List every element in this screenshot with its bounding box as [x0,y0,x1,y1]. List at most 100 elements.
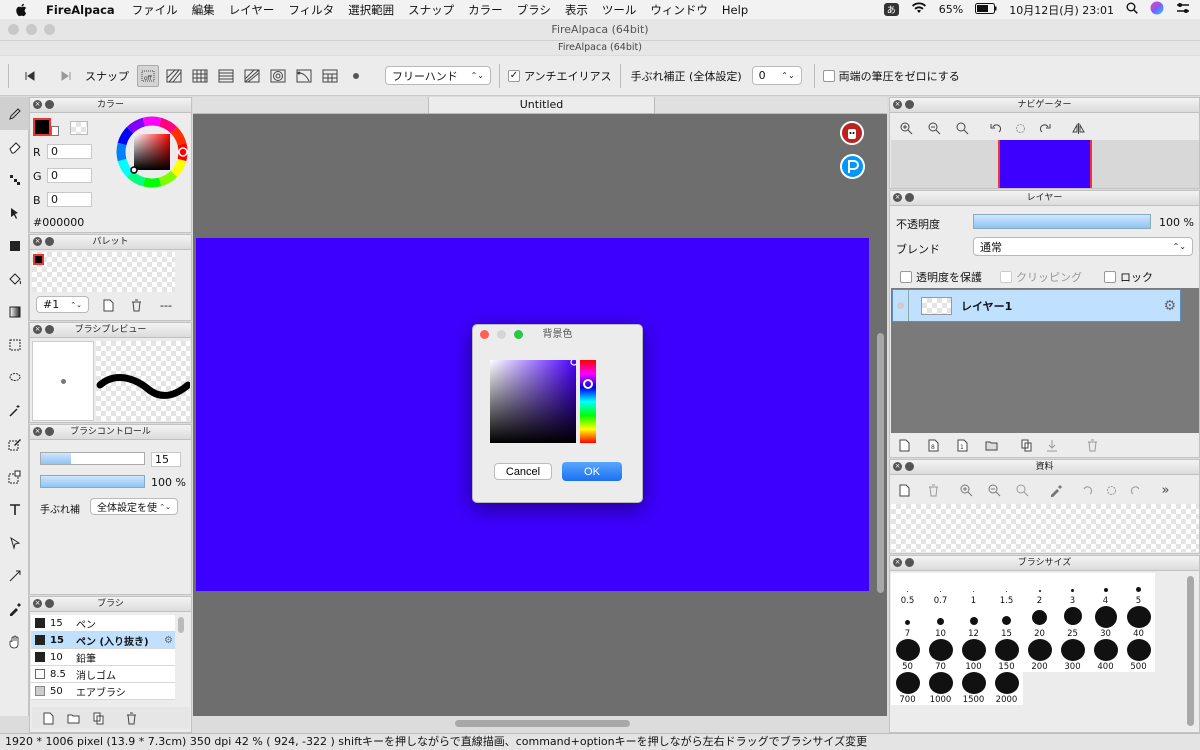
new-8bit-layer-icon[interactable]: 8 [921,434,946,456]
snap-3d-icon[interactable] [319,65,341,87]
clipping-checkbox[interactable] [1000,271,1012,283]
cancel-button[interactable]: Cancel [494,463,552,480]
menu-layer[interactable]: レイヤー [229,2,275,18]
brush-size-option[interactable]: 25 [1056,606,1089,639]
brush-item[interactable]: 8.5 消しゴム [31,666,175,683]
zoom-out-icon[interactable] [922,117,947,139]
navigator-preview[interactable] [998,140,1092,188]
menu-color[interactable]: カラー [468,2,503,18]
zoom-window-icon[interactable] [44,24,55,35]
dialog-close-icon[interactable] [480,330,489,339]
transparent-color-swatch[interactable] [70,121,88,135]
panel-collapse-icon[interactable] [905,193,914,202]
clock[interactable]: 10月12日(月) 23:01 [1009,2,1114,18]
operation-tool-icon[interactable] [0,526,29,559]
zoom-in-icon[interactable] [894,117,919,139]
ok-button[interactable]: OK [562,462,622,481]
zoom-fit-icon[interactable] [950,117,975,139]
brush-size-option[interactable]: 1 [957,573,990,606]
material-zoom-fit-icon[interactable] [1010,479,1035,501]
rotate-left-icon[interactable] [983,117,1008,139]
brush-size-value[interactable]: 15 [151,452,181,467]
merge-down-icon[interactable] [1039,434,1064,456]
brush-size-option[interactable]: 300 [1056,639,1089,672]
antialias-checkbox[interactable]: ✓ [508,69,520,82]
snap-perspective-icon[interactable] [215,65,237,87]
brush-size-option[interactable]: 30 [1089,606,1122,639]
layer-name[interactable]: レイヤー1 [961,298,1012,314]
layer-gear-icon[interactable]: ⚙ [1163,298,1176,314]
panel-collapse-icon[interactable] [45,100,54,109]
foreground-color-swatch[interactable] [33,118,51,136]
palette-swatches[interactable] [32,252,175,292]
layer-visibility-icon[interactable] [893,290,909,321]
material-rotate-right-icon[interactable] [1124,479,1149,501]
hue-handle[interactable] [583,379,593,389]
flip-horizontal-icon[interactable] [1066,117,1091,139]
brush-mode-select[interactable]: フリーハンド ⌃⌄ [385,66,491,85]
brush-size-slider[interactable] [40,452,145,465]
panel-collapse-icon[interactable] [45,237,54,246]
eraser-tool-icon[interactable] [0,130,29,163]
menu-help[interactable]: Help [722,3,748,17]
panel-close-icon[interactable]: × [33,325,42,334]
panel-close-icon[interactable]: × [33,237,42,246]
panel-close-icon[interactable]: × [893,193,902,202]
panel-collapse-icon[interactable] [45,427,54,436]
rotate-right-icon[interactable] [1033,117,1058,139]
horizontal-scrollbar[interactable] [455,720,630,727]
brush-opacity-slider[interactable] [40,475,145,488]
brush-size-option[interactable]: 700 [891,672,924,705]
menu-app-name[interactable]: FireAlpaca [46,3,115,17]
new-folder-icon[interactable] [979,434,1004,456]
spotlight-search-icon[interactable] [1126,2,1138,17]
material-eyedropper-icon[interactable] [1043,479,1068,501]
brush-size-option[interactable]: 10 [924,606,957,639]
battery-icon[interactable] [975,2,997,17]
minimize-window-icon[interactable] [26,24,37,35]
brush-size-option[interactable]: 7 [891,606,924,639]
wifi-icon[interactable] [911,2,927,17]
brush-folder-icon[interactable] [61,707,86,729]
redo-button[interactable] [55,65,77,87]
magic-wand-tool-icon[interactable] [0,394,29,427]
menu-brush[interactable]: ブラシ [517,2,551,18]
fill-tool-icon[interactable] [0,229,29,262]
brush-stabilizer-select[interactable]: 全体設定を使 ⌃⌄ [90,498,178,515]
delete-brush-icon[interactable] [119,707,144,729]
brush-size-option[interactable]: 0.5 [891,573,924,606]
blend-mode-select[interactable]: 通常 ⌃⌄ [973,237,1193,256]
layer-row[interactable]: レイヤー1 ⚙ [892,289,1181,322]
snap-curve-icon[interactable] [293,65,315,87]
pressure-zero-checkbox[interactable] [822,69,835,82]
palette-select[interactable]: #1 ⌃⌄ [36,296,89,313]
new-1bit-layer-icon[interactable]: 1 [950,434,975,456]
opacity-slider[interactable] [973,214,1151,229]
brush-size-option[interactable]: 70 [924,639,957,672]
hex-value[interactable]: #000000 [33,216,84,229]
select-pen-tool-icon[interactable] [0,427,29,460]
panel-collapse-icon[interactable] [905,100,914,109]
snap-point-icon[interactable] [345,65,367,87]
brush-size-option[interactable]: 200 [1023,639,1056,672]
stabilizer-select[interactable]: 0 ⌃⌄ [751,66,802,85]
divide-tool-icon[interactable] [0,559,29,592]
select-eraser-tool-icon[interactable] [0,460,29,493]
dot-pen-tool-icon[interactable] [0,163,29,196]
apple-menu-icon[interactable] [14,3,28,17]
saturation-value-picker[interactable] [490,358,578,443]
vertical-scrollbar[interactable] [877,333,884,593]
brush-size-option[interactable]: 20 [1023,606,1056,639]
menu-view[interactable]: 表示 [565,2,588,18]
menu-file[interactable]: ファイル [132,2,178,18]
new-palette-icon[interactable] [96,294,121,316]
palette-color-swatch[interactable] [33,254,44,265]
brush-size-option[interactable]: 5 [1122,573,1155,606]
document-tab[interactable]: Untitled [428,97,655,114]
new-layer-icon[interactable] [892,434,917,456]
delete-layer-icon[interactable] [1080,434,1105,456]
delete-material-icon[interactable] [921,479,946,501]
brush-size-option[interactable]: 1000 [924,672,957,705]
menu-edit[interactable]: 編集 [192,2,215,18]
close-window-icon[interactable] [8,24,19,35]
